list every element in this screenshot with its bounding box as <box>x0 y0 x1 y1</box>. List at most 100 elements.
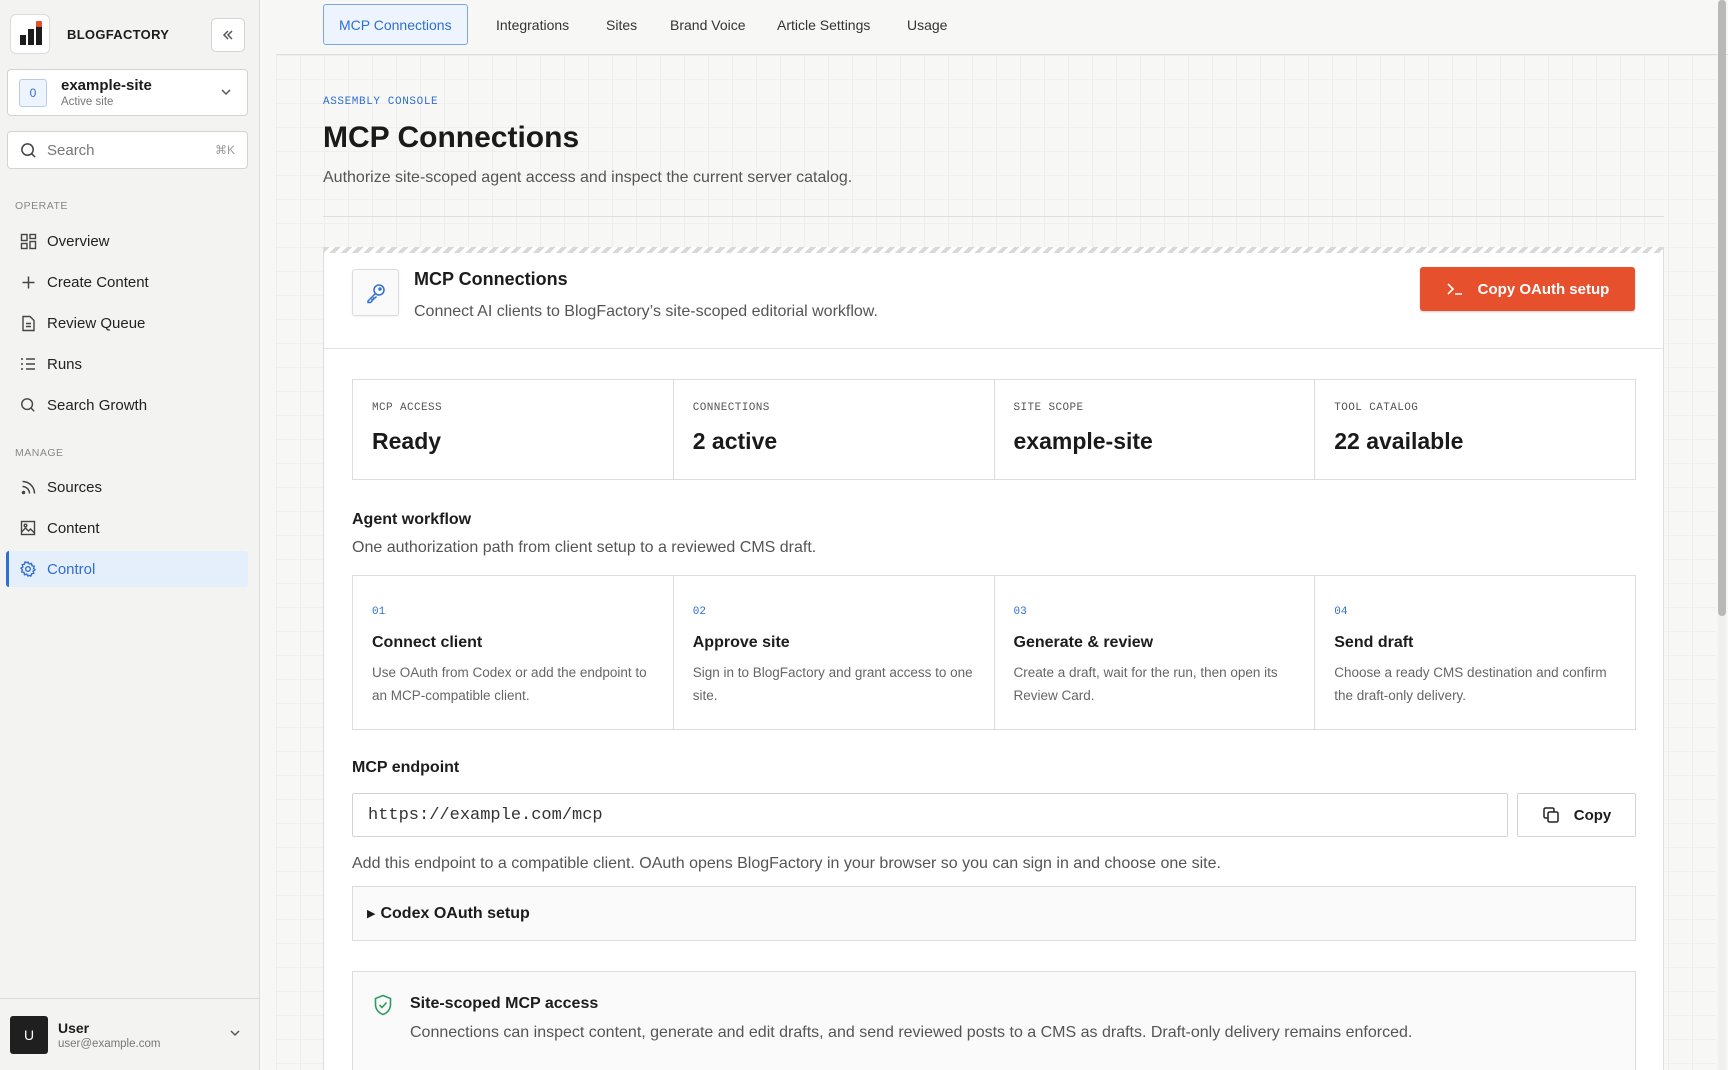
stat-label: TOOL CATALOG <box>1334 402 1419 414</box>
step-description: Choose a ready CMS destination and confi… <box>1334 665 1607 703</box>
step-title: Approve site <box>692 634 790 651</box>
tab-brand-voice[interactable]: Brand Voice <box>655 4 761 45</box>
site-badge: 0 <box>19 78 47 107</box>
disclosure-triangle-icon: ▶ <box>367 908 376 920</box>
sidebar-item-runs[interactable]: Runs <box>6 346 248 382</box>
site-status: Active site <box>61 96 114 108</box>
step-number: 02 <box>692 606 706 618</box>
card-title: MCP Connections <box>414 269 568 289</box>
tab-sites[interactable]: Sites <box>591 4 652 45</box>
list-icon <box>18 354 38 374</box>
scrollbar[interactable] <box>1718 0 1726 1070</box>
shield-check-icon <box>374 994 392 1016</box>
top-tabs: MCP Connections Integrations Sites Brand… <box>276 0 1728 55</box>
step-number: 03 <box>1013 606 1027 618</box>
step-number: 01 <box>372 606 386 618</box>
brand: BLOGFACTORY <box>10 12 245 56</box>
page-title: MCP Connections <box>323 121 580 154</box>
search-icon <box>21 142 36 158</box>
sidebar-item-content[interactable]: Content <box>6 510 248 546</box>
sidebar: BLOGFACTORY 0 example-site Active site S… <box>0 0 260 1070</box>
stat-site-scope: SITE SCOPE example-site <box>995 380 1316 479</box>
divider <box>323 216 1664 217</box>
search-icon <box>18 395 38 415</box>
sidebar-item-label: Overview <box>47 232 110 250</box>
workflow-steps: 01 Connect client Use OAuth from Codex o… <box>352 575 1636 730</box>
sidebar-item-label: Content <box>47 519 100 537</box>
tab-article-settings[interactable]: Article Settings <box>762 4 885 45</box>
workflow-step: 02 Approve site Sign in to BlogFactory a… <box>674 576 995 729</box>
workflow-step: 01 Connect client Use OAuth from Codex o… <box>353 576 674 729</box>
card-header: MCP Connections Connect AI clients to Bl… <box>324 248 1663 349</box>
scope-title: Site-scoped MCP access <box>410 995 599 1012</box>
codex-oauth-setup-toggle[interactable]: ▶ Codex OAuth setup <box>352 886 1636 941</box>
search-placeholder: Search <box>47 141 95 159</box>
site-scope-notice: Site-scoped MCP access Connections can i… <box>352 971 1636 1070</box>
search-input[interactable]: Search ⌘K <box>7 131 248 169</box>
stats-row: MCP ACCESS Ready CONNECTIONS 2 active SI… <box>352 379 1636 480</box>
key-icon <box>352 269 399 316</box>
workflow-title: Agent workflow <box>352 511 472 528</box>
brand-name: BLOGFACTORY <box>67 26 170 42</box>
stat-label: MCP ACCESS <box>372 402 443 414</box>
document-icon <box>18 313 38 333</box>
endpoint-title: MCP endpoint <box>352 759 460 776</box>
step-title: Connect client <box>372 634 483 651</box>
workflow-step: 03 Generate & review Create a draft, wai… <box>995 576 1316 729</box>
sidebar-item-label: Sources <box>47 478 103 496</box>
sidebar-item-search-growth[interactable]: Search Growth <box>6 387 248 423</box>
copy-endpoint-button[interactable]: Copy <box>1517 793 1636 837</box>
chevrons-left-icon <box>222 30 233 40</box>
gear-icon <box>18 559 38 579</box>
site-name: example-site <box>61 77 152 94</box>
stat-label: CONNECTIONS <box>692 402 770 414</box>
sidebar-item-sources[interactable]: Sources <box>6 469 248 505</box>
card-subtitle: Connect AI clients to BlogFactory’s site… <box>414 303 878 320</box>
step-title: Send draft <box>1334 634 1414 651</box>
sidebar-item-label: Search Growth <box>47 396 148 414</box>
sidebar-item-overview[interactable]: Overview <box>6 223 248 259</box>
search-shortcut: ⌘K <box>214 143 235 157</box>
stat-label: SITE SCOPE <box>1013 402 1084 414</box>
endpoint-field[interactable]: https://example.com/mcp <box>352 793 1508 837</box>
sidebar-item-label: Create Content <box>47 273 149 291</box>
tab-usage[interactable]: Usage <box>892 4 962 45</box>
user-menu[interactable]: U User user@example.com <box>0 998 260 1070</box>
sidebar-item-label: Runs <box>47 355 83 373</box>
oauth-button-label: Copy OAuth setup <box>1477 280 1610 298</box>
stat-value: Ready <box>372 428 442 454</box>
page-subtitle: Authorize site-scoped agent access and i… <box>323 169 853 186</box>
chevron-down-icon <box>221 89 231 96</box>
main-content: ASSEMBLY CONSOLE MCP Connections Authori… <box>276 55 1716 1070</box>
stat-tool-catalog: TOOL CATALOG 22 available <box>1315 380 1635 479</box>
sidebar-item-review-queue[interactable]: Review Queue <box>6 305 248 341</box>
workflow-subtitle: One authorization path from client setup… <box>352 539 817 556</box>
sidebar-item-create-content[interactable]: Create Content <box>6 264 248 300</box>
copy-icon <box>1542 806 1560 824</box>
details-label: Codex OAuth setup <box>380 904 530 922</box>
stat-value: 22 available <box>1334 428 1464 454</box>
chevron-down-icon <box>230 1030 240 1037</box>
sidebar-item-label: Review Queue <box>47 314 146 332</box>
scrollbar-thumb[interactable] <box>1718 0 1726 616</box>
stat-value: 2 active <box>692 428 778 454</box>
mcp-connections-card: MCP Connections Connect AI clients to Bl… <box>323 247 1664 1070</box>
stat-connections: CONNECTIONS 2 active <box>674 380 995 479</box>
sidebar-item-control[interactable]: Control <box>6 551 248 587</box>
step-description: Sign in to BlogFactory and grant access … <box>692 665 973 703</box>
site-switcher[interactable]: 0 example-site Active site <box>7 69 248 116</box>
endpoint-help-text: Add this endpoint to a compatible client… <box>352 855 1221 872</box>
tab-integrations[interactable]: Integrations <box>481 4 584 45</box>
image-icon <box>18 518 38 538</box>
user-email: user@example.com <box>58 1037 161 1050</box>
tab-mcp-connections[interactable]: MCP Connections <box>323 4 468 45</box>
collapse-sidebar-button[interactable] <box>211 18 245 52</box>
step-description: Create a draft, wait for the run, then o… <box>1013 665 1278 703</box>
sidebar-item-label: Control <box>47 560 96 578</box>
avatar: U <box>10 1015 48 1054</box>
workflow-step: 04 Send draft Choose a ready CMS destina… <box>1315 576 1635 729</box>
copy-oauth-setup-button[interactable]: Copy OAuth setup <box>1420 267 1635 311</box>
stat-mcp-access: MCP ACCESS Ready <box>353 380 674 479</box>
step-title: Generate & review <box>1013 634 1154 651</box>
grid-icon <box>18 231 38 251</box>
